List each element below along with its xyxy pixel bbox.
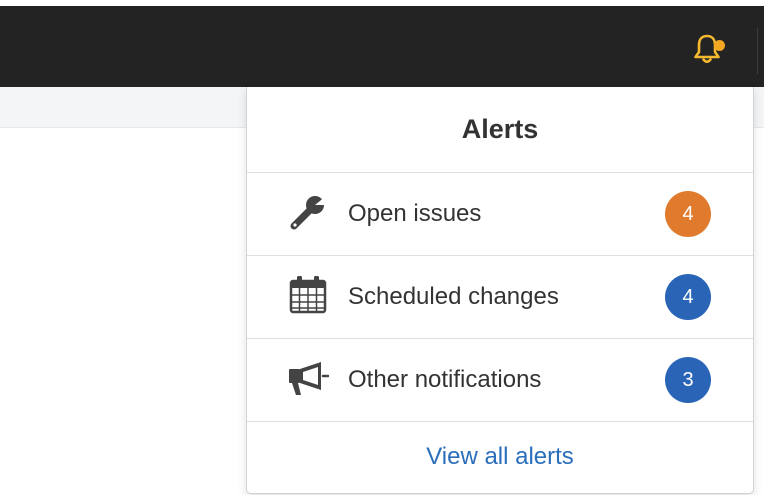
alert-item-label: Other notifications	[348, 366, 542, 393]
topbar-divider	[757, 28, 758, 74]
alert-count-badge: 3	[665, 357, 711, 403]
alerts-toggle-button[interactable]	[682, 26, 732, 76]
alert-item-other-notifications[interactable]: Other notifications 3	[247, 339, 753, 422]
alert-count-badge: 4	[665, 191, 711, 237]
alert-item-scheduled-changes[interactable]: Scheduled changes 4	[247, 256, 753, 339]
megaphone-icon	[287, 359, 329, 402]
alerts-title: Alerts	[247, 87, 753, 173]
alert-item-label: Scheduled changes	[348, 283, 559, 310]
alert-count-badge: 4	[665, 274, 711, 320]
alerts-footer: View all alerts	[247, 422, 753, 492]
bell-icon	[692, 33, 722, 70]
calendar-icon	[288, 275, 328, 320]
alert-item-open-issues[interactable]: Open issues 4	[247, 173, 753, 256]
alerts-dropdown: Alerts Open issues 4 Scheduled changes 4…	[246, 87, 754, 494]
wrench-icon	[288, 192, 328, 237]
alert-item-label: Open issues	[348, 200, 482, 227]
view-all-alerts-link[interactable]: View all alerts	[426, 443, 574, 471]
notification-dot	[714, 40, 725, 51]
top-navbar	[0, 0, 764, 87]
